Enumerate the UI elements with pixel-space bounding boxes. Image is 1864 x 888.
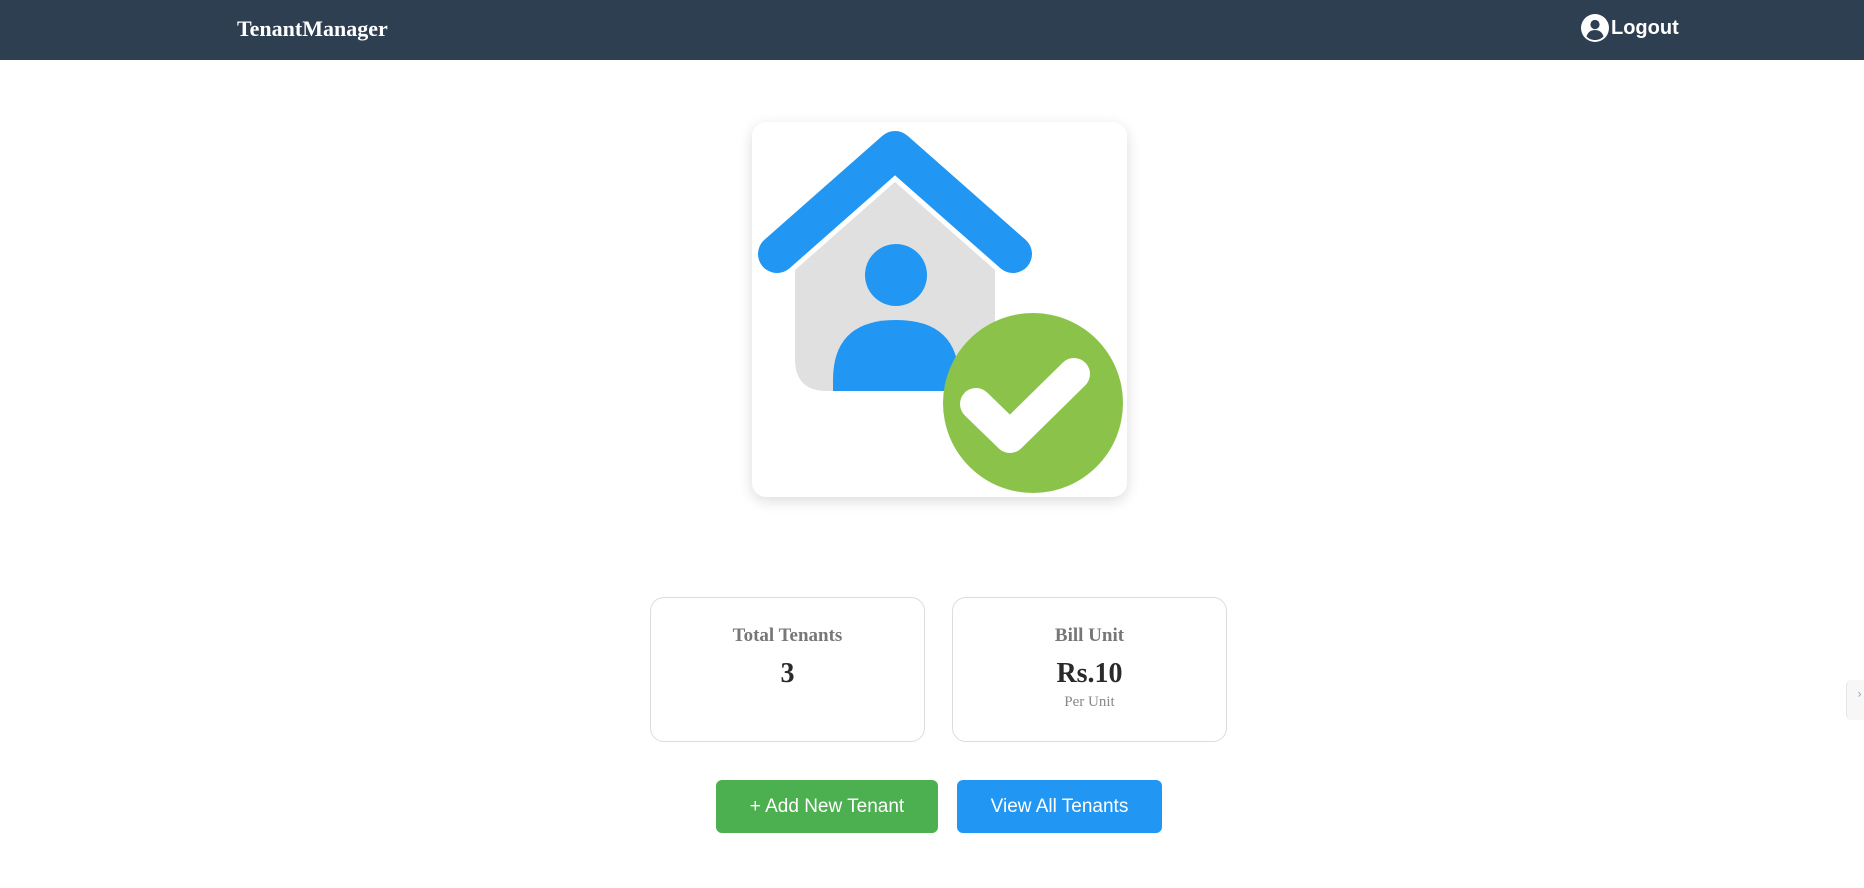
logout-label: Logout [1611,17,1679,39]
add-new-tenant-button[interactable]: + Add New Tenant [716,780,938,833]
brand-logo[interactable]: TenantManager [237,14,388,44]
house-tenant-check-icon [758,131,1123,493]
bill-unit-card: Bill Unit Rs.10 Per Unit [952,597,1227,742]
chevron-right-icon: › [1857,687,1862,701]
hero-illustration-card [752,122,1127,497]
view-all-tenants-button[interactable]: View All Tenants [957,780,1162,833]
total-tenants-value: 3 [780,658,795,689]
bill-unit-value: Rs.10 [1056,658,1123,689]
person-head [865,244,927,306]
bill-unit-label: Bill Unit [1054,625,1125,646]
total-tenants-label: Total Tenants [732,625,843,646]
top-navbar: TenantManager Logout [0,0,1864,60]
logout-button[interactable]: Logout [1581,13,1679,43]
total-tenants-card: Total Tenants 3 [650,597,925,742]
user-circle-icon [1581,14,1609,42]
bill-unit-sub: Per Unit [1064,694,1115,710]
side-panel-toggle[interactable]: › [1846,680,1864,720]
